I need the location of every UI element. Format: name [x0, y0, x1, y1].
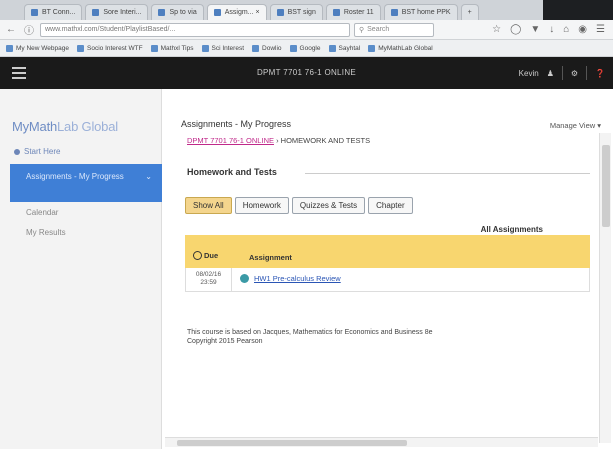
assignment-link[interactable]: HW1 Pre-calculus Review — [254, 274, 341, 283]
user-icon[interactable]: ♟ — [547, 69, 554, 78]
sidebar-item-my-results[interactable]: My Results — [26, 228, 66, 237]
chapter-button[interactable]: Chapter — [368, 197, 413, 214]
browser-tab[interactable]: BST sign — [269, 4, 323, 20]
bookmark-icon — [368, 44, 376, 52]
bookmark-item[interactable]: Sayhtal — [328, 44, 360, 52]
column-header-due[interactable]: Due — [193, 251, 218, 260]
due-cell: 08/02/16 23:59 — [186, 268, 232, 291]
info-icon[interactable]: ⓘ — [22, 23, 36, 37]
bookmark-item[interactable]: My New Webpage — [6, 44, 69, 52]
bookmark-item[interactable]: Mathxl Tips — [150, 44, 194, 52]
home-icon[interactable]: ⌂ — [563, 24, 569, 35]
bookmark-icon — [201, 44, 209, 52]
breadcrumb: DPMT 7701 76-1 ONLINE › HOMEWORK AND TES… — [187, 136, 371, 145]
browser-tab[interactable]: BT Conn... — [24, 4, 83, 20]
bookmark-icon — [252, 44, 260, 52]
filter-buttons: Show All Homework Quizzes & Tests Chapte… — [185, 197, 413, 214]
bookmark-item[interactable]: Socio Interest WTF — [77, 44, 143, 52]
star-icon[interactable]: ☆ — [492, 24, 501, 35]
bookmark-icon — [328, 44, 336, 52]
favicon-icon — [92, 9, 100, 16]
clock-icon — [193, 251, 202, 260]
all-assignments-label: All Assignments — [480, 225, 543, 234]
browser-navbar: ← ⓘ www.mathxl.com/Student/PlaylistBased… — [0, 20, 613, 40]
bookmarks-bar: My New Webpage Socio Interest WTF Mathxl… — [0, 40, 613, 57]
table-header: Due Assignment — [185, 235, 590, 268]
breadcrumb-course-link[interactable]: DPMT 7701 76-1 ONLINE — [187, 136, 274, 145]
divider — [305, 173, 590, 174]
browser-tab-strip: BT Conn... Sore Interi... Sp to via Assi… — [0, 0, 613, 20]
search-input[interactable]: ⚲ Search — [354, 22, 434, 37]
bookmark-icon — [150, 44, 158, 52]
page-title: Assignments - My Progress — [181, 119, 292, 129]
bookmark-icon — [77, 44, 84, 52]
course-footer: This course is based on Jacques, Mathema… — [187, 329, 433, 345]
search-icon: ⚲ — [359, 26, 365, 34]
reading-icon[interactable]: ◯ — [510, 24, 521, 35]
browser-tab[interactable]: BST home PPK — [383, 4, 458, 20]
show-all-button[interactable]: Show All — [185, 197, 232, 214]
quizzes-tests-button[interactable]: Quizzes & Tests — [291, 197, 366, 214]
favicon-icon — [332, 9, 340, 16]
homework-button[interactable]: Homework — [234, 197, 289, 214]
browser-tab[interactable]: Sp to via — [151, 4, 204, 20]
new-tab-button[interactable]: + — [460, 4, 479, 20]
bookmark-icon — [6, 44, 13, 52]
assignment-cell: HW1 Pre-calculus Review — [240, 274, 341, 283]
menu-icon[interactable]: ☰ — [596, 24, 605, 35]
home-icon — [14, 148, 20, 155]
chevron-down-icon: ⌄ — [145, 172, 152, 181]
table-row: 08/02/16 23:59 HW1 Pre-calculus Review — [185, 268, 590, 292]
homework-icon — [240, 274, 249, 283]
bookmark-icon — [289, 44, 297, 52]
bookmark-item[interactable]: Sci Interest — [201, 44, 244, 52]
sidebar-item-calendar[interactable]: Calendar — [26, 208, 58, 217]
favicon-icon — [276, 9, 284, 16]
extension-icon[interactable]: ◉ — [578, 24, 587, 35]
sidebar-item-start-here[interactable]: Start Here — [14, 147, 60, 156]
sidebar: MyMathLab Global — [0, 89, 162, 449]
bookmark-item[interactable]: MyMathLab Global — [368, 44, 433, 52]
app-header: DPMT 7701 76-1 ONLINE Kevin ♟ ⚙ ❓ — [0, 57, 613, 89]
settings-icon[interactable]: ⚙ — [571, 69, 578, 78]
window-controls — [543, 0, 613, 20]
horizontal-scrollbar[interactable] — [165, 437, 598, 447]
user-name[interactable]: Kevin — [519, 69, 539, 78]
brand-logo: MyMathLab Global — [12, 119, 118, 134]
favicon-icon — [31, 9, 38, 16]
sidebar-item-assignments[interactable]: Assignments - My Progress ⌄ — [10, 164, 162, 202]
browser-tab[interactable]: Roster 11 — [325, 4, 381, 20]
browser-tab-active[interactable]: Assigm... × — [206, 4, 267, 20]
download-icon[interactable]: ↓ — [549, 24, 554, 35]
browser-tab[interactable]: Sore Interi... — [85, 4, 149, 20]
column-header-assignment[interactable]: Assignment — [249, 253, 292, 262]
url-bar[interactable]: www.mathxl.com/Student/PlaylistBased/... — [40, 22, 350, 37]
vertical-scrollbar[interactable] — [599, 133, 611, 443]
section-title: Homework and Tests — [187, 167, 277, 177]
shield-icon[interactable]: ▼ — [530, 24, 540, 35]
back-icon[interactable]: ← — [4, 23, 18, 37]
favicon-icon — [390, 9, 398, 16]
favicon-icon — [158, 9, 166, 16]
help-icon[interactable]: ❓ — [595, 69, 605, 78]
manage-view-button[interactable]: Manage View ▾ — [550, 121, 601, 130]
favicon-icon — [213, 9, 221, 16]
bookmark-item[interactable]: Dowlio — [252, 44, 282, 52]
bookmark-item[interactable]: Google — [289, 44, 321, 52]
